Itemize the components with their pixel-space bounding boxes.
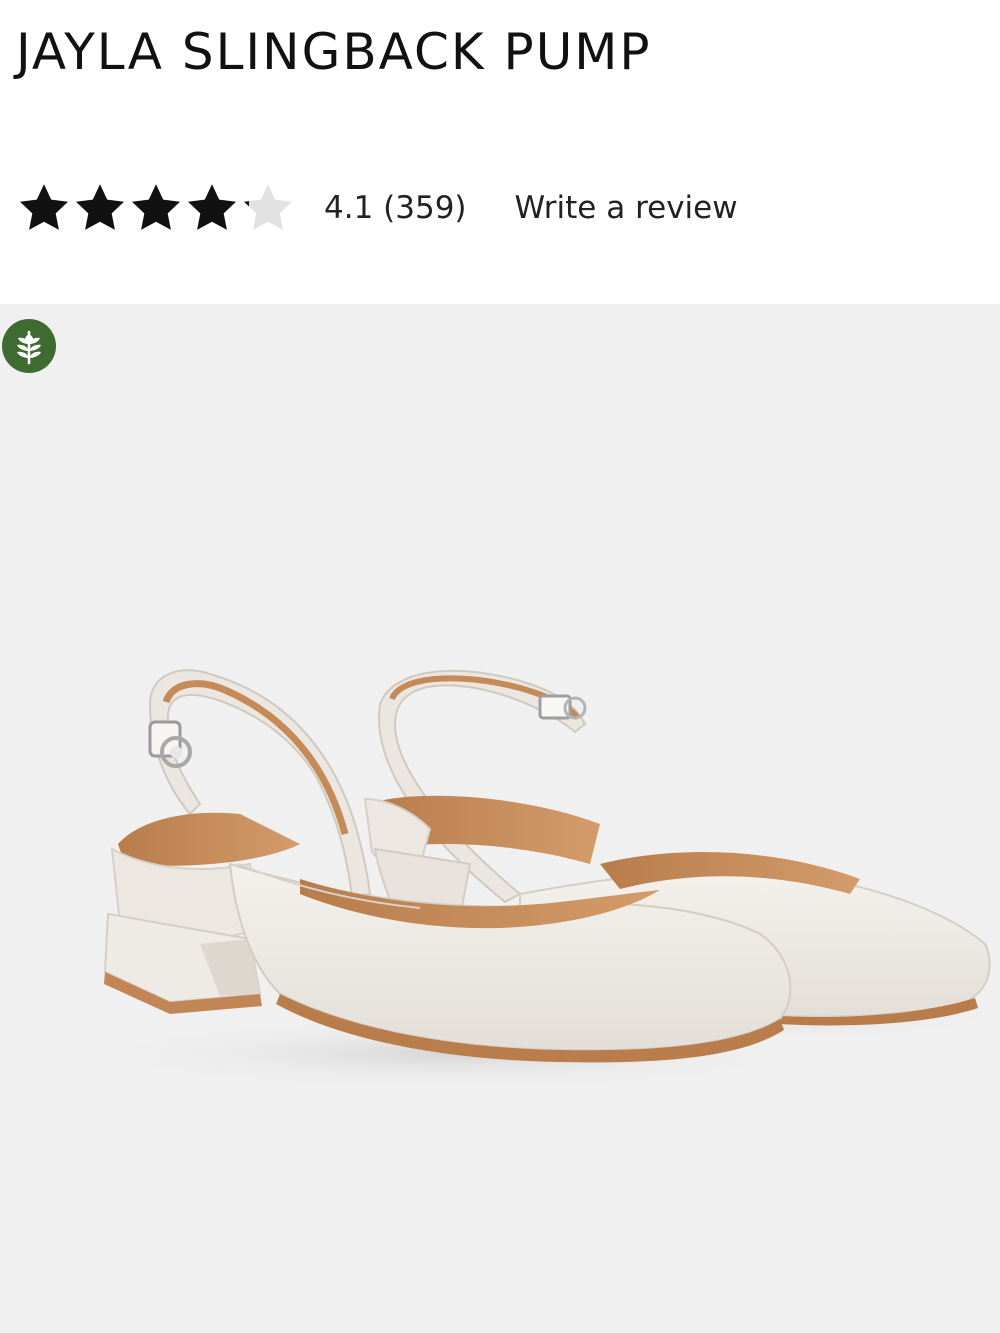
product-title: JAYLA SLINGBACK PUMP (16, 23, 652, 81)
write-review-link[interactable]: Write a review (515, 190, 738, 226)
rating-row: 4.1 (359) Write a review (16, 178, 738, 238)
rating-summary: 4.1 (359) (324, 190, 467, 226)
rating-stars[interactable] (16, 180, 296, 236)
star-icon (243, 184, 293, 230)
star-icon (19, 184, 69, 230)
star-icon (75, 184, 125, 230)
star-icon (131, 184, 181, 230)
product-image[interactable] (0, 304, 1000, 1333)
star-icon (187, 184, 237, 230)
slingback-pump-pair (70, 669, 1000, 1092)
